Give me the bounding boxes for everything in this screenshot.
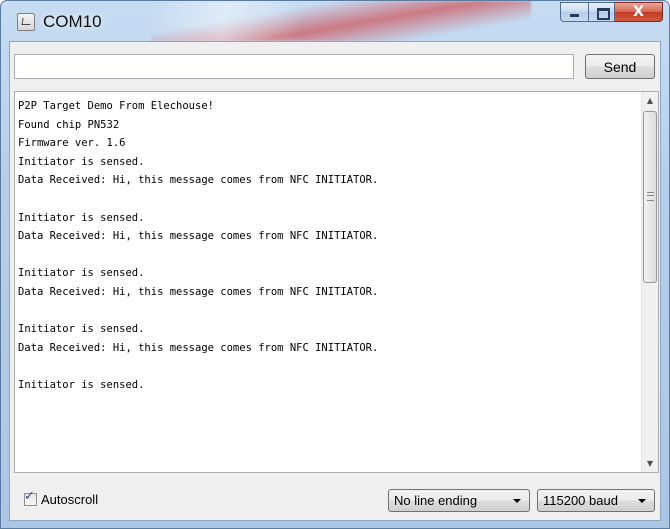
- autoscroll-checkbox[interactable]: ✓: [24, 489, 37, 506]
- close-button[interactable]: X: [615, 2, 663, 22]
- minimize-icon: [570, 14, 579, 17]
- serial-line: [18, 190, 638, 209]
- serial-monitor-window: COM10 X Send P2P Target Demo From Elecho…: [0, 0, 670, 529]
- checkmark-icon: ✓: [24, 489, 35, 504]
- serial-monitor-icon: [17, 13, 35, 31]
- serial-line: Initiator is sensed.: [18, 267, 145, 280]
- autoscroll-toggle[interactable]: ✓ Autoscroll: [24, 489, 99, 507]
- scroll-down-arrow-icon[interactable]: ▼: [642, 455, 658, 472]
- serial-line: Initiator is sensed.: [18, 155, 145, 168]
- maximize-icon: [597, 8, 610, 20]
- serial-line: Data Received: Hi, this message comes fr…: [18, 285, 379, 298]
- baud-rate-dropdown[interactable]: 115200 baud: [537, 489, 655, 512]
- minimize-button[interactable]: [560, 2, 588, 22]
- serial-line: Firmware ver. 1.6: [18, 137, 126, 150]
- client-area: Send P2P Target Demo From Elechouse! Foun…: [9, 41, 661, 521]
- serial-line: Found chip PN532: [18, 118, 120, 131]
- serial-line: Initiator is sensed.: [18, 211, 145, 224]
- scroll-up-arrow-icon[interactable]: ▲: [642, 92, 658, 109]
- serial-line: Data Received: Hi, this message comes fr…: [18, 230, 379, 243]
- close-icon: X: [633, 4, 644, 20]
- autoscroll-label: Autoscroll: [41, 492, 99, 507]
- window-title: COM10: [43, 12, 102, 31]
- baud-rate-value: 115200 baud: [543, 493, 618, 508]
- serial-line: [18, 302, 638, 321]
- serial-line: Initiator is sensed.: [18, 378, 145, 391]
- bottom-bar: ✓ Autoscroll No line ending 115200 baud: [10, 479, 660, 519]
- serial-line: P2P Target Demo From Elechouse!: [18, 100, 214, 112]
- chevron-down-icon: [513, 499, 521, 503]
- title-bar[interactable]: COM10 X: [1, 1, 669, 41]
- scrollbar-thumb[interactable]: [643, 111, 657, 283]
- serial-line: Data Received: Hi, this message comes fr…: [18, 174, 379, 187]
- scrollbar-grip-icon: [647, 192, 654, 201]
- serial-output-area[interactable]: P2P Target Demo From Elechouse! Found chi…: [14, 91, 659, 473]
- send-button[interactable]: Send: [585, 54, 655, 79]
- serial-line: Data Received: Hi, this message comes fr…: [18, 341, 379, 354]
- serial-line: [18, 246, 638, 265]
- send-input[interactable]: [14, 54, 574, 79]
- serial-line: [18, 357, 638, 376]
- maximize-button[interactable]: [588, 2, 615, 22]
- serial-output-text: P2P Target Demo From Elechouse! Found chi…: [18, 97, 638, 395]
- vertical-scrollbar[interactable]: ▲ ▼: [641, 92, 658, 472]
- line-ending-value: No line ending: [394, 493, 478, 508]
- caption-buttons: X: [560, 2, 663, 24]
- line-ending-dropdown[interactable]: No line ending: [388, 489, 530, 512]
- serial-line: Initiator is sensed.: [18, 323, 145, 336]
- chevron-down-icon: [638, 499, 646, 503]
